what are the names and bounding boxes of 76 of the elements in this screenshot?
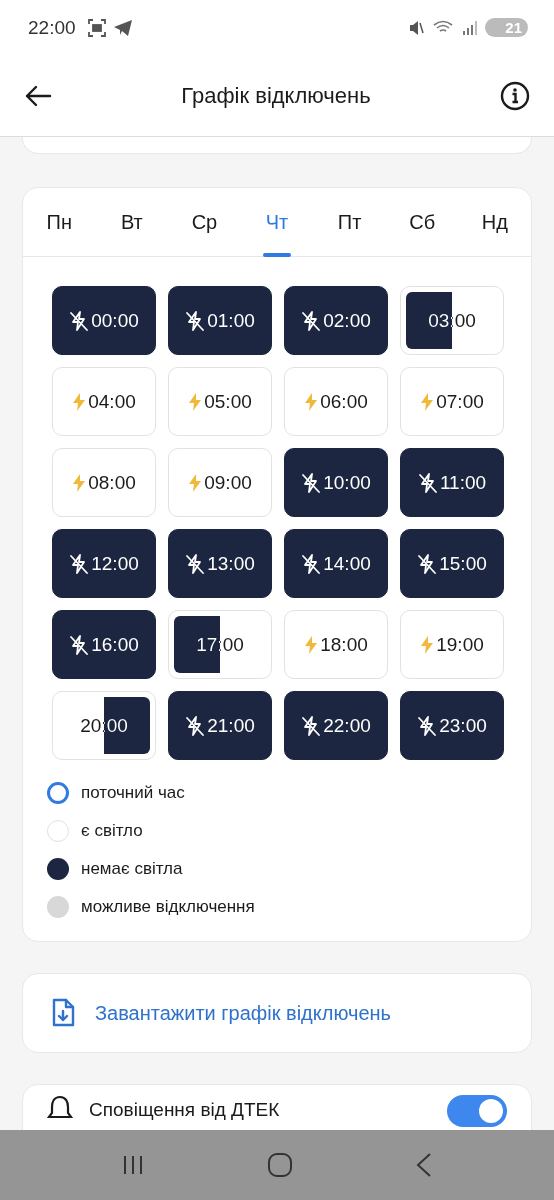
- screenshot-icon: [87, 18, 106, 37]
- day-tab[interactable]: Пн: [23, 188, 96, 256]
- hour-cell[interactable]: 06:00: [284, 367, 388, 436]
- back-button[interactable]: [24, 83, 52, 108]
- no-power-icon: [185, 309, 206, 332]
- signal-icon: [463, 20, 478, 35]
- lightning-icon: [188, 392, 203, 411]
- lightning-icon: [304, 392, 319, 411]
- day-tab[interactable]: Вт: [95, 188, 169, 256]
- hour-cell[interactable]: 21:00: [168, 691, 272, 760]
- hour-cell[interactable]: 02:00: [284, 286, 388, 355]
- download-link[interactable]: Завантажити графік відключень: [95, 1001, 391, 1025]
- hour-cell[interactable]: 07:00: [400, 367, 504, 436]
- notifications-toggle[interactable]: [447, 1095, 507, 1127]
- legend-dot: [47, 858, 69, 880]
- day-tab[interactable]: Сб: [385, 188, 459, 256]
- file-download-icon: [51, 998, 75, 1028]
- no-power-icon: [301, 471, 322, 494]
- legend-label: можливе відключення: [81, 897, 255, 917]
- no-power-icon: [301, 552, 322, 575]
- hour-cell[interactable]: 08:00: [52, 448, 156, 517]
- hour-cell[interactable]: 09:00: [168, 448, 272, 517]
- hour-cell[interactable]: 10:00: [284, 448, 388, 517]
- hour-cell[interactable]: 18:00: [284, 610, 388, 679]
- hour-cell[interactable]: 19:00: [400, 610, 504, 679]
- hour-cell[interactable]: 12:00: [52, 529, 156, 598]
- hour-cell[interactable]: 14:00: [284, 529, 388, 598]
- no-power-icon: [301, 714, 322, 737]
- no-power-icon: [185, 552, 206, 575]
- mute-icon: [409, 19, 426, 36]
- home-button[interactable]: [267, 1152, 293, 1178]
- hour-cell[interactable]: 20:00: [52, 691, 156, 760]
- recent-apps-button[interactable]: [121, 1153, 145, 1177]
- no-power-icon: [417, 471, 438, 494]
- hour-cell[interactable]: 16:00: [52, 610, 156, 679]
- day-tab[interactable]: Пт: [313, 188, 386, 256]
- hour-cell[interactable]: 00:00: [52, 286, 156, 355]
- day-tab[interactable]: Ср: [168, 188, 241, 256]
- day-tab[interactable]: Чт: [240, 188, 314, 256]
- day-tab[interactable]: Нд: [458, 188, 532, 256]
- back-nav-button[interactable]: [415, 1152, 433, 1178]
- battery-indicator: 21: [485, 18, 528, 37]
- legend-dot: [47, 782, 69, 804]
- lightning-icon: [420, 635, 435, 654]
- hour-cell[interactable]: 13:00: [168, 529, 272, 598]
- no-power-icon: [69, 633, 90, 656]
- no-power-icon: [417, 552, 438, 575]
- lightning-icon: [188, 473, 203, 492]
- paper-plane-icon: [113, 19, 132, 36]
- screen-title: Графік відключень: [180, 82, 372, 109]
- legend-label: поточний час: [81, 783, 185, 803]
- hour-cell[interactable]: 04:00: [52, 367, 156, 436]
- hour-cell[interactable]: 17:00: [168, 610, 272, 679]
- lightning-icon: [72, 473, 87, 492]
- no-power-icon: [301, 309, 322, 332]
- hour-cell[interactable]: 05:00: [168, 367, 272, 436]
- no-power-icon: [69, 309, 90, 332]
- info-button[interactable]: [500, 80, 530, 111]
- legend-label: немає світла: [81, 859, 183, 879]
- legend-label: є світло: [81, 821, 143, 841]
- hour-cell[interactable]: 22:00: [284, 691, 388, 760]
- lightning-icon: [304, 635, 319, 654]
- lightning-icon: [420, 392, 435, 411]
- no-power-icon: [69, 552, 90, 575]
- legend-dot: [47, 820, 69, 842]
- hour-cell[interactable]: 01:00: [168, 286, 272, 355]
- hour-cell[interactable]: 03:00: [400, 286, 504, 355]
- lightning-icon: [72, 392, 87, 411]
- hour-cell[interactable]: 11:00: [400, 448, 504, 517]
- hour-cell[interactable]: 23:00: [400, 691, 504, 760]
- hour-cell[interactable]: 15:00: [400, 529, 504, 598]
- clock: 22:00: [28, 16, 76, 39]
- no-power-icon: [185, 714, 206, 737]
- legend-dot: [47, 896, 69, 918]
- no-power-icon: [417, 714, 438, 737]
- notifications-label: Сповіщення від ДТЕК: [89, 1099, 281, 1121]
